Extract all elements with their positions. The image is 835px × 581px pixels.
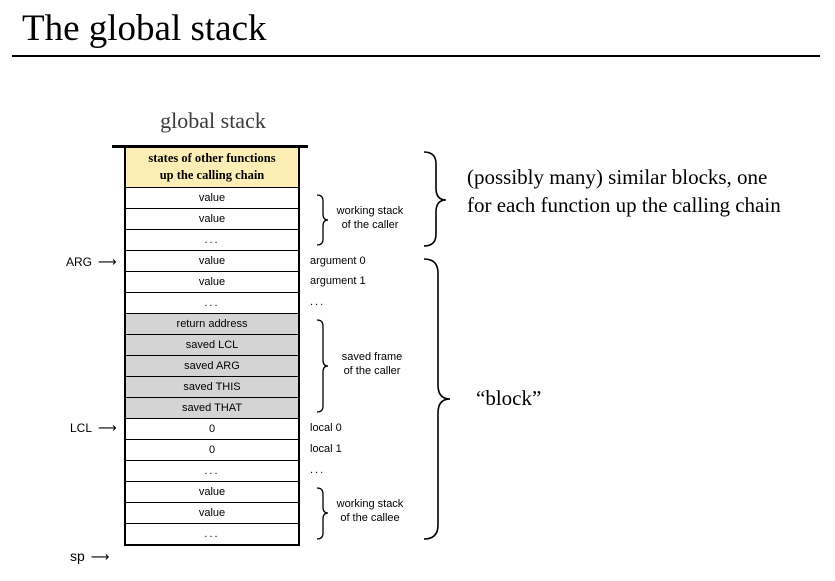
block-brace-icon (423, 258, 451, 540)
saved-frame-brace-icon (316, 319, 329, 413)
caller-working-stack-brace-icon (316, 194, 329, 246)
braces-layer (316, 151, 451, 540)
similar-blocks-brace-icon (423, 151, 447, 247)
callee-working-stack-brace-icon (316, 487, 329, 540)
